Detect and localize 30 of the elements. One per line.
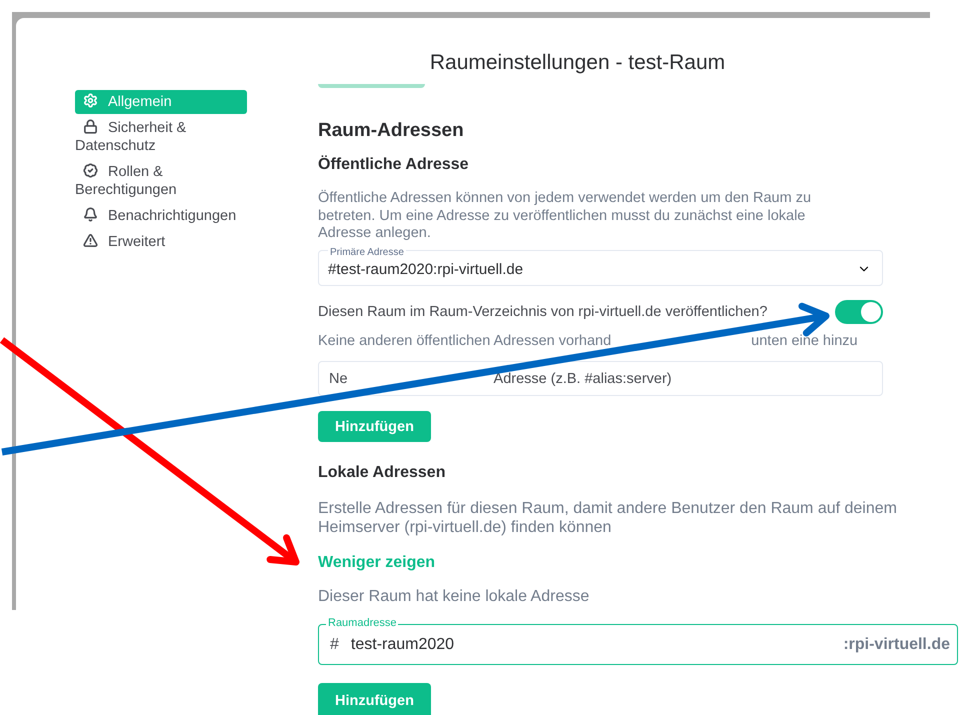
info-text: Keine anderen öffentlichen Adressen vorhand <box>318 332 612 348</box>
info-text: Dieser Raum hat keine lokale Adresse <box>318 587 590 606</box>
lock-icon <box>83 119 98 134</box>
section-heading: Raum-Adressen <box>318 120 465 142</box>
placeholder-text: Adresse (z.B. #alias:server) <box>494 370 672 386</box>
primary-address-select[interactable]: Primäre Adresse #test-raum2020:rpi-virtuell.de <box>318 246 883 286</box>
bell-icon <box>83 207 98 222</box>
publish-toggle[interactable] <box>835 300 883 324</box>
sidebar-item[interactable]: Erweitert <box>75 230 247 254</box>
input-field[interactable]: Ne Adresse (z.B. #alias:server) <box>318 361 883 396</box>
placeholder-text: Ne <box>329 370 348 386</box>
dialog-title: Raumeinstellungen - test-Raum <box>428 50 726 76</box>
description-text: Erstelle Adressen für diesen Raum, damit andere Benutzer den Raum auf deinem Heimserver (rpi-virtuell.de) finden können <box>318 499 898 537</box>
select-value: #test-raum2020:rpi-virtuell.de <box>328 260 524 280</box>
hash-prefix: # <box>330 636 339 654</box>
description-text: Öffentliche Adressen können von jedem verwendet werden um den Raum zu betreten. Um eine Adresse zu veröffentlichen musst du zunächst eine lokale Adresse anlegen. <box>318 190 812 242</box>
sidebar-item[interactable]: Benachrichtigungen <box>75 204 247 228</box>
domain-suffix: :rpi-virtuell.de <box>843 636 950 654</box>
field-value: test-raum2020 <box>350 636 456 654</box>
info-text: unten eine hinzu <box>751 332 858 348</box>
gear-icon <box>83 93 98 108</box>
field-label: Primäre Adresse <box>328 246 406 258</box>
warning-icon <box>83 233 98 248</box>
subsection-heading: Lokale Adressen <box>318 464 446 482</box>
subsection-heading: Öffentliche Adresse <box>318 156 470 174</box>
sidebar-item[interactable]: Rollen & Berechtigungen <box>75 160 247 202</box>
room-address-field[interactable]: Raumadresse # test-raum2020 :rpi-virtuell.de <box>318 617 958 665</box>
sidebar-item[interactable]: Sicherheit & Datenschutz <box>75 116 247 158</box>
toggle-label: Diesen Raum im Raum-Verzeichnis von rpi-virtuell.de veröffentlichen? <box>318 304 768 320</box>
badge-check-icon <box>83 163 98 178</box>
